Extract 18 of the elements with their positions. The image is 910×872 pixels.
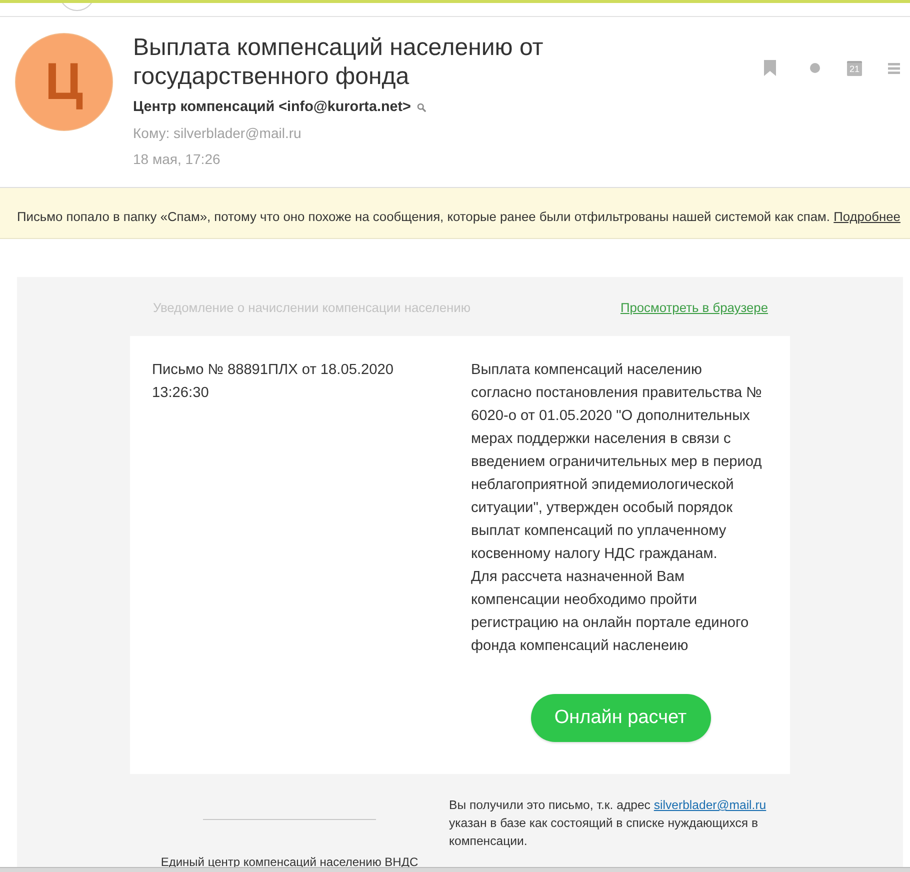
search-icon[interactable] xyxy=(416,102,426,112)
bookmark-icon[interactable] xyxy=(764,60,776,76)
sender-avatar: Ц xyxy=(15,33,113,131)
email-subject: Выплата компенсаций населению от государственного фонда xyxy=(133,33,544,91)
recipient: Кому: silverblader@mail.ru xyxy=(133,124,302,143)
view-in-browser-link[interactable]: Просмотреть в браузере xyxy=(620,300,768,315)
email-link[interactable]: silverblader@mail.ru xyxy=(654,798,766,812)
dot-icon[interactable] xyxy=(810,63,820,73)
body-paragraph: Выплата компенсаций населению согласно постановления правительства № 6020-о от 01.05.2020 "О дополнительных мерах поддержки населения в связи с введением ограничительных мер в период неблагоприятной эпидемиологической ситуации", утвержден особый порядок выплат компенсаций по уплаченному косвенному налогу НДС гражданам. xyxy=(471,361,763,564)
spam-notice: Письмо попало в папку «Спам», потому что оно похоже на сообщения, которые ранее были отфильтрованы нашей системой как спам. Подробнее xyxy=(17,208,900,224)
email-date: 18 мая, 17:26 xyxy=(133,150,220,169)
details-link[interactable]: Подробнее xyxy=(834,208,900,224)
footer-notice: Вы получили это письмо, т.к. адрес silverblader@mail.ru указан в базе как состоящий в списке нуждающихся в компенсации. xyxy=(449,797,768,850)
sender-name[interactable]: Центр компенсаций <info@kurorta.net> xyxy=(133,97,411,117)
footer-organization: Единый центр компенсаций населению ВНДС xyxy=(160,854,418,871)
body-paragraph: Для рассчета назначенной Вам компенсации необходимо пройти регистрацию на онлайн портале единого фонда компенсаций насленеию xyxy=(471,568,750,656)
letter-reference: Письмо № 88891ПЛХ от 18.05.2020 13:26:30 xyxy=(152,361,394,403)
menu-icon[interactable] xyxy=(888,62,900,74)
